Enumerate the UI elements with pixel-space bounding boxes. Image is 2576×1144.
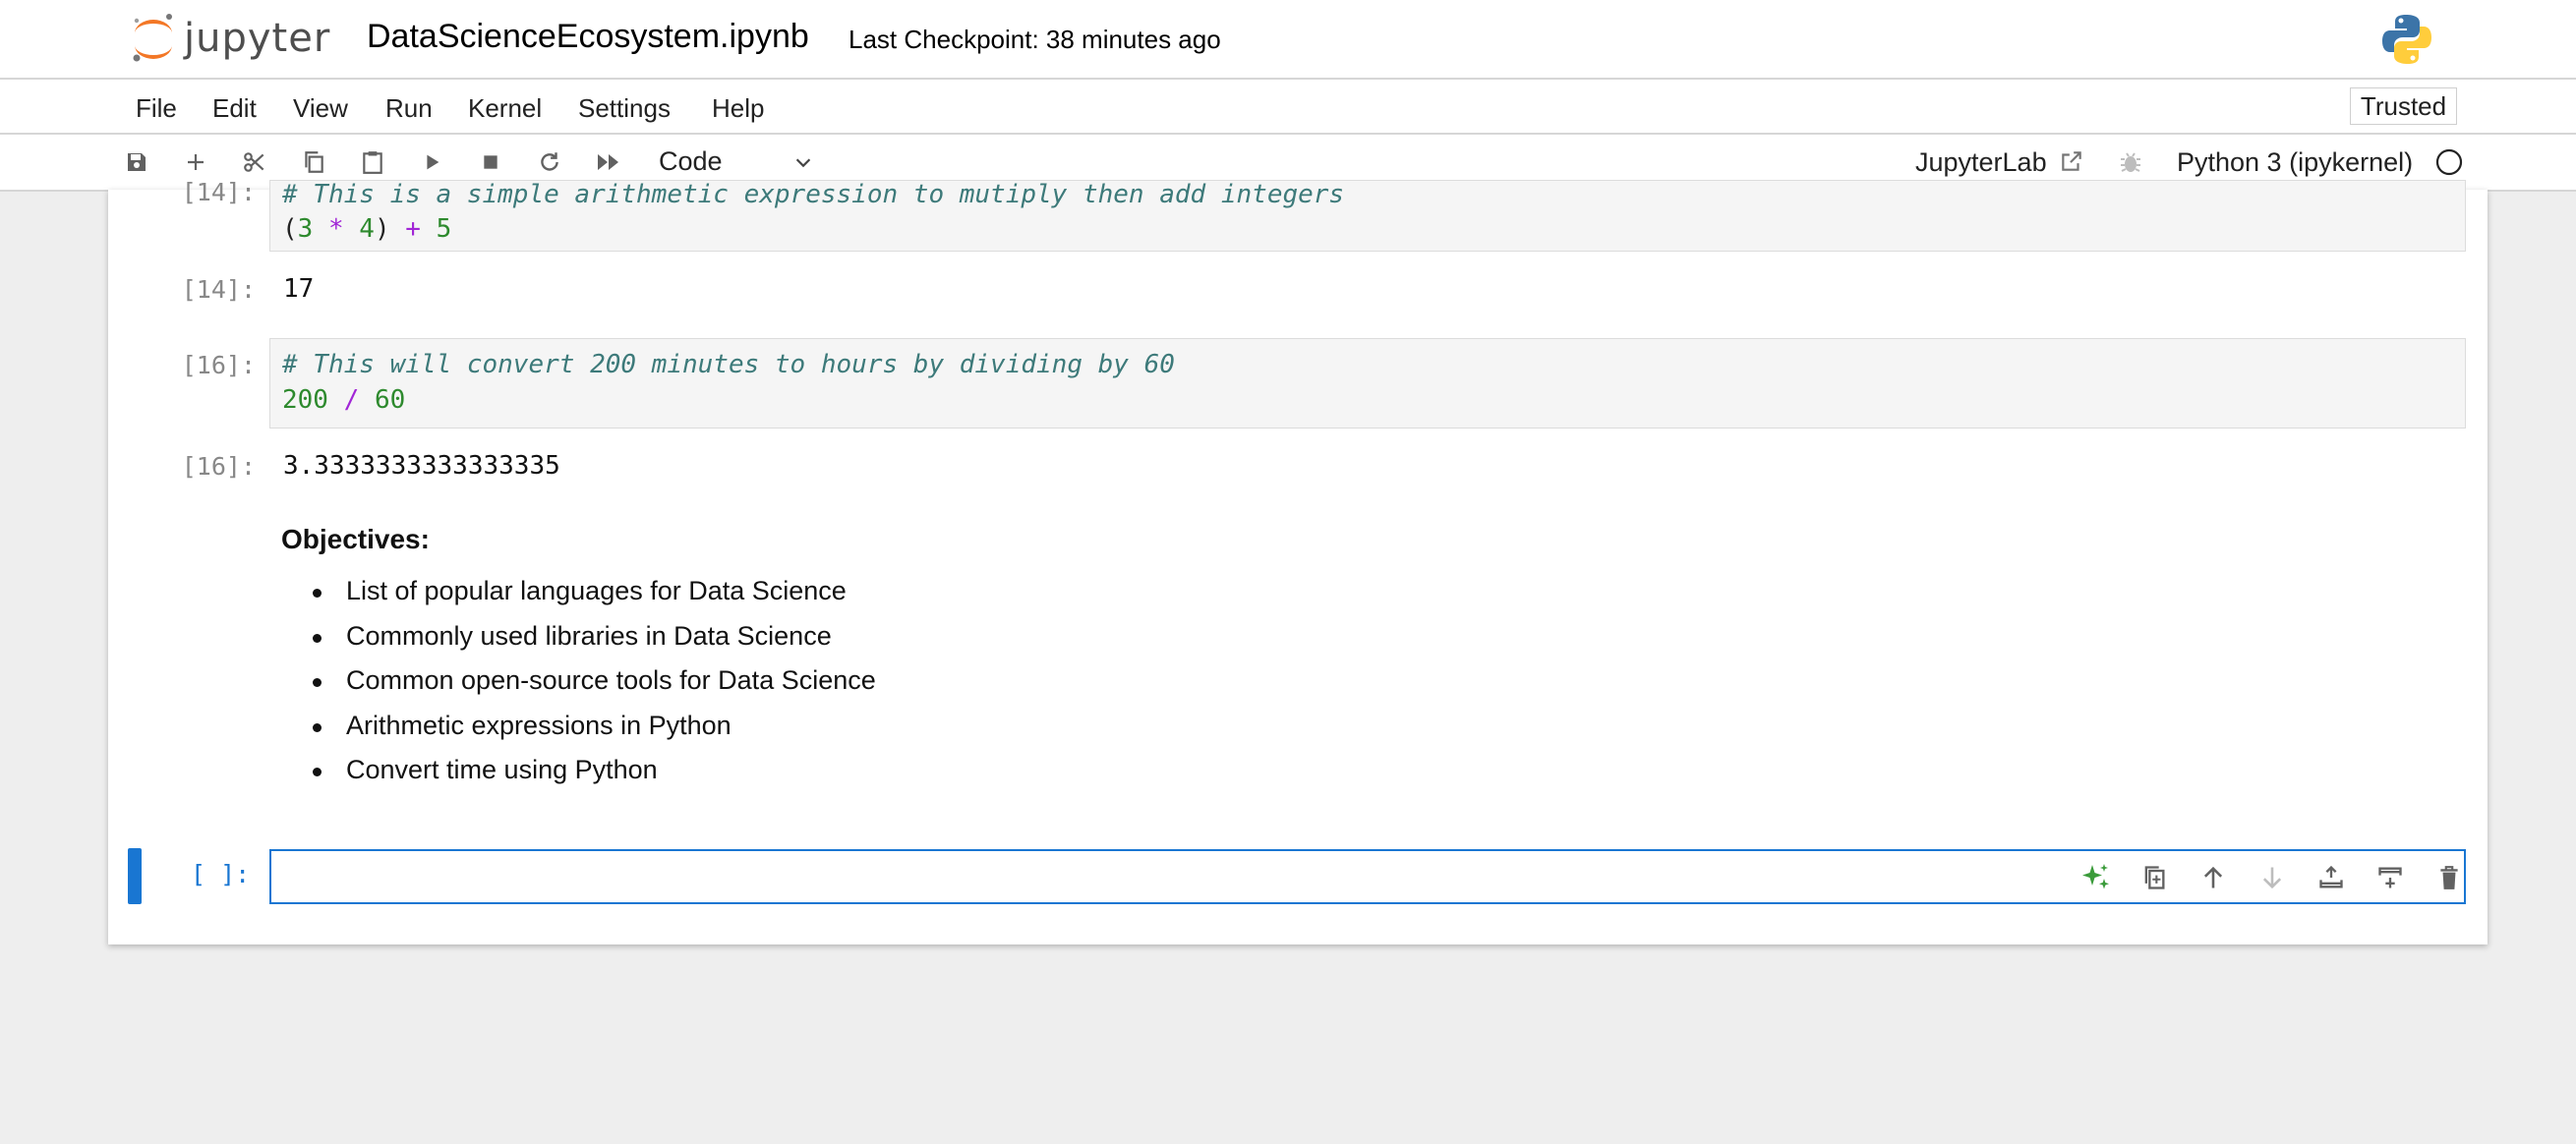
notebook-panel: [14]: # This is a simple arithmetic expr…: [108, 178, 2488, 944]
debugger-icon[interactable]: [2116, 147, 2145, 177]
fast-forward-icon[interactable]: [594, 147, 623, 177]
cell-1-output-prompt: [14]:: [181, 275, 256, 304]
last-checkpoint: Last Checkpoint: 38 minutes ago: [849, 25, 1221, 54]
trusted-indicator[interactable]: Trusted: [2350, 87, 2457, 125]
menu-edit[interactable]: Edit: [212, 93, 257, 124]
cell-1-output: 17: [283, 274, 315, 304]
jupyter-logo-text: jupyter: [184, 16, 331, 61]
notebook-title[interactable]: DataScienceEcosystem.ipynb: [367, 18, 809, 56]
move-up-icon[interactable]: [2184, 861, 2243, 894]
kernel-name[interactable]: Python 3 (ipykernel): [2177, 147, 2413, 178]
menu-file[interactable]: File: [136, 93, 177, 124]
menu-view[interactable]: View: [293, 93, 348, 124]
cell-1-comment: # This is a simple arithmetic expression…: [282, 180, 1345, 209]
cell-2-input-prompt: [16]:: [181, 351, 256, 379]
objectives-list: List of popular languages for Data Scien…: [301, 569, 876, 793]
stop-icon[interactable]: [476, 147, 505, 177]
duplicate-cell-icon[interactable]: [2125, 861, 2184, 894]
cell-2-output-prompt: [16]:: [181, 452, 256, 481]
run-icon[interactable]: [417, 147, 446, 177]
menu-kernel[interactable]: Kernel: [468, 93, 542, 124]
cell-toolbar: [2066, 861, 2479, 894]
objective-item: Convert time using Python: [301, 748, 876, 793]
menu-help[interactable]: Help: [712, 93, 764, 124]
python-logo-icon: [2379, 12, 2434, 72]
objective-item: Arithmetic expressions in Python: [301, 704, 876, 749]
cell-1-input-prompt: [14]:: [181, 178, 256, 206]
menu-settings[interactable]: Settings: [578, 93, 671, 124]
active-cell-prompt: [ ]:: [191, 860, 251, 888]
top-bar: jupyter DataScienceEcosystem.ipynb Last …: [0, 0, 2576, 80]
jupyter-logo-icon: [133, 14, 172, 62]
objectives-heading: Objectives:: [281, 524, 430, 554]
cell-1-code: (3 * 4) + 5: [282, 214, 452, 244]
copy-icon[interactable]: [299, 147, 328, 177]
menu-bar: File Edit View Run Kernel Settings Help …: [0, 80, 2576, 135]
active-cell-input[interactable]: [269, 849, 2466, 904]
cell-2-comment: # This will convert 200 minutes to hours…: [282, 350, 1175, 379]
external-link-icon[interactable]: [2057, 146, 2086, 176]
insert-below-icon[interactable]: [2361, 861, 2420, 894]
cell-type-select[interactable]: Code: [659, 146, 723, 177]
objective-item: Commonly used libraries in Data Science: [301, 614, 876, 659]
add-cell-icon[interactable]: [181, 147, 210, 177]
cell-2-input[interactable]: # This will convert 200 minutes to hours…: [269, 338, 2466, 429]
objective-item: List of popular languages for Data Scien…: [301, 569, 876, 614]
menu-run[interactable]: Run: [385, 93, 433, 124]
kernel-status-icon: [2434, 147, 2464, 177]
cell-2-output: 3.3333333333333335: [283, 451, 560, 481]
chevron-down-icon[interactable]: [792, 151, 814, 178]
objective-item: Common open-source tools for Data Scienc…: [301, 658, 876, 704]
insert-above-icon[interactable]: [2302, 861, 2361, 894]
cut-icon[interactable]: [240, 147, 269, 177]
move-down-icon[interactable]: [2243, 861, 2302, 894]
cell-2-code: 200 / 60: [282, 385, 406, 415]
jupyterlab-link[interactable]: JupyterLab: [1915, 147, 2047, 178]
save-icon[interactable]: [122, 147, 151, 177]
delete-cell-icon[interactable]: [2420, 861, 2479, 894]
paste-icon[interactable]: [358, 147, 387, 177]
restart-icon[interactable]: [535, 147, 564, 177]
cell-1-input[interactable]: # This is a simple arithmetic expression…: [269, 180, 2466, 252]
active-cell-indicator: [128, 848, 142, 904]
jupyter-logo[interactable]: jupyter: [131, 10, 330, 67]
sparkle-icon[interactable]: [2066, 861, 2125, 894]
